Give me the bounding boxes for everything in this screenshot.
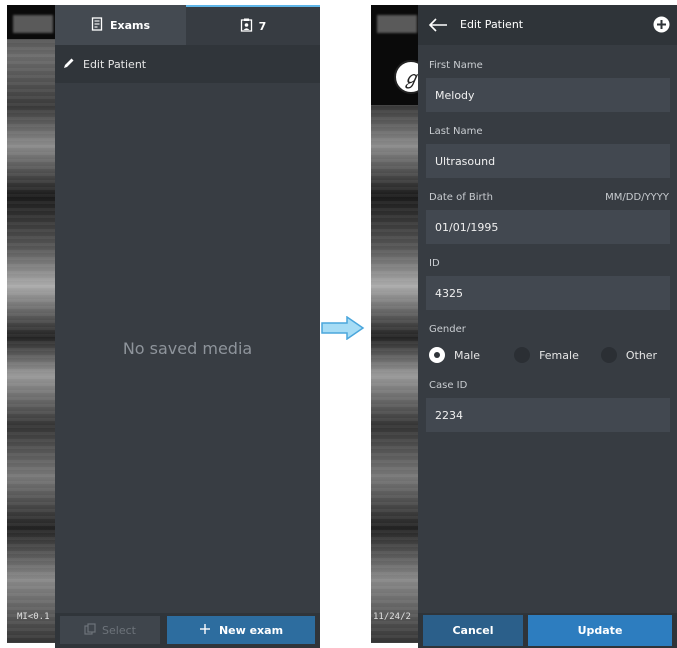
ultrasound-image-right bbox=[371, 5, 418, 643]
select-multiple-icon bbox=[84, 622, 96, 638]
media-area: No saved media bbox=[55, 83, 320, 613]
empty-media-message: No saved media bbox=[122, 338, 253, 358]
id-field[interactable]: 4325 bbox=[426, 276, 670, 310]
case-id-field[interactable]: 2234 bbox=[426, 398, 670, 432]
update-button[interactable]: Update bbox=[528, 615, 672, 646]
last-name-field[interactable]: Ultrasound bbox=[426, 144, 670, 178]
ultrasound-image-left bbox=[7, 5, 55, 643]
header-bar: Edit Patient bbox=[418, 5, 677, 45]
select-button[interactable]: Select bbox=[60, 616, 160, 644]
radio-male-label: Male bbox=[454, 348, 481, 362]
clipboard-user-icon bbox=[240, 18, 253, 35]
tab-bar: Exams 7 bbox=[55, 5, 320, 45]
transition-arrow-icon bbox=[321, 315, 365, 344]
cancel-button[interactable]: Cancel bbox=[423, 615, 523, 646]
radio-female[interactable] bbox=[514, 347, 531, 363]
radio-other[interactable] bbox=[600, 347, 617, 363]
last-name-label: Last Name bbox=[429, 126, 483, 137]
first-name-field[interactable]: Melody bbox=[426, 78, 670, 112]
plus-icon bbox=[199, 623, 211, 638]
dob-field[interactable]: 01/01/1995 bbox=[426, 210, 670, 244]
date-overlay: 11/24/2 bbox=[373, 612, 411, 622]
gender-label: Gender bbox=[429, 324, 466, 335]
radio-other-label: Other bbox=[625, 348, 658, 362]
gender-radio-group: Male Female Other bbox=[426, 343, 670, 367]
add-circle-icon[interactable] bbox=[653, 16, 670, 36]
new-exam-label: New exam bbox=[218, 623, 284, 637]
dob-label: Date of Birth bbox=[429, 192, 493, 203]
blurred-label bbox=[377, 15, 417, 33]
new-exam-button[interactable]: New exam bbox=[167, 616, 315, 644]
page-title: Edit Patient bbox=[460, 18, 524, 31]
radio-male[interactable] bbox=[429, 347, 445, 363]
tab-exams-label: Exams bbox=[109, 18, 151, 32]
back-arrow-icon[interactable] bbox=[428, 17, 448, 36]
first-name-label: First Name bbox=[429, 60, 483, 71]
blurred-label bbox=[13, 15, 53, 33]
document-icon bbox=[91, 16, 104, 34]
radio-female-label: Female bbox=[539, 348, 579, 362]
case-id-label: Case ID bbox=[429, 380, 468, 391]
exams-panel: Exams 7 Edit Patient No saved media Sele… bbox=[55, 5, 320, 648]
tab-patient-count[interactable]: 7 bbox=[186, 5, 320, 45]
select-label: Select bbox=[102, 623, 136, 637]
mi-label: MI<0.1 bbox=[17, 612, 50, 622]
tab-exams[interactable]: Exams bbox=[55, 5, 186, 45]
edit-patient-panel: Edit Patient First Name Melody Last Name… bbox=[418, 5, 677, 648]
dob-format-hint: MM/DD/YYYY bbox=[605, 192, 669, 203]
tab-count-label: 7 bbox=[258, 19, 267, 33]
edit-patient-row[interactable]: Edit Patient bbox=[55, 45, 320, 83]
edit-patient-label: Edit Patient bbox=[83, 57, 147, 71]
id-label: ID bbox=[429, 258, 440, 269]
pencil-icon bbox=[63, 57, 75, 72]
